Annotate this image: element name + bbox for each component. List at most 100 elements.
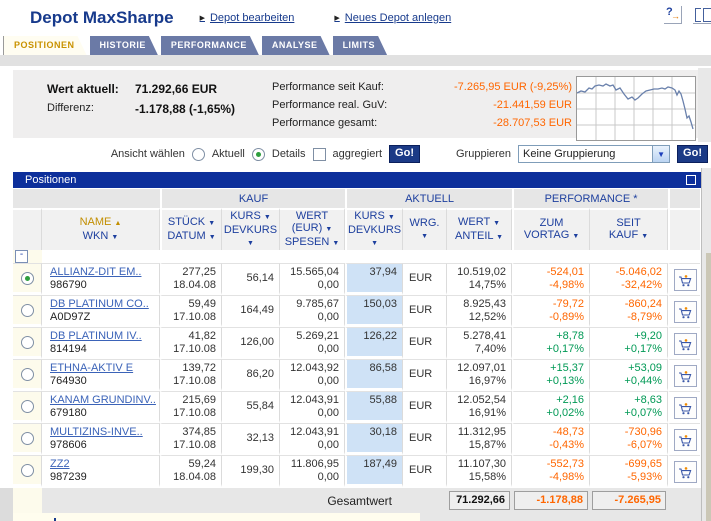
position-name-cell: ALLIANZ-DIT EM.. 986790 — [42, 263, 160, 295]
perf-label: Performance seit Kauf: — [272, 81, 384, 93]
vortag-cell: -524,01 -4,98% — [512, 263, 591, 295]
tab-limits[interactable]: LIMITS — [333, 36, 388, 55]
tab-performance[interactable]: PERFORMANCE — [161, 36, 259, 55]
col-header-wrg[interactable]: WRG. ▼ — [403, 208, 448, 250]
trade-basket-button[interactable] — [673, 269, 697, 291]
kauf-kurs-cell: 164,49 — [222, 295, 280, 327]
col-header-kurs-devkurs-aktuell[interactable]: KURS ▼ DEVKURS ▼ — [345, 208, 404, 250]
cart-icon — [679, 370, 692, 382]
cart-icon — [679, 466, 692, 478]
chevron-down-icon[interactable]: ▼ — [652, 146, 670, 162]
collapse-icon[interactable]: - — [15, 250, 28, 263]
position-row: DB PLATINUM CO.. A0D97Z 59,49 17.10.08 164,4… — [13, 295, 701, 327]
gruppieren-select[interactable]: Keine Gruppierung ▼ — [518, 145, 671, 163]
trade-basket-button[interactable] — [673, 365, 697, 387]
clipped-document-icon[interactable] — [701, 6, 711, 24]
sort-desc-icon: ▼ — [641, 233, 649, 240]
cart-icon — [679, 274, 692, 286]
position-name-link[interactable]: ZZ2 — [42, 456, 159, 471]
aggregiert-checkbox[interactable] — [312, 147, 326, 161]
sort-desc-icon: ▼ — [325, 226, 333, 233]
position-radio[interactable] — [20, 336, 34, 349]
vortag-cell: +8,78 +0,17% — [512, 327, 591, 359]
help-icon[interactable]: ? → — [664, 6, 682, 24]
ansicht-go-button[interactable]: Go! — [389, 145, 420, 163]
position-name-link[interactable]: DB PLATINUM CO.. — [42, 296, 159, 311]
position-radio[interactable] — [20, 368, 34, 381]
stueck-datum-cell: 277,25 18.04.08 — [160, 263, 222, 295]
depot-page: Depot MaxSharpe ▶ Depot bearbeiten ▶ Neues… — [0, 0, 711, 521]
position-name-link[interactable]: ALLIANZ-DIT EM.. — [42, 264, 159, 279]
position-radio[interactable] — [20, 464, 34, 477]
group-header-aktuell: AKTUELL — [345, 188, 513, 208]
trade-basket-button[interactable] — [673, 333, 697, 355]
gruppieren-go-button[interactable]: Go! — [677, 145, 708, 163]
radio-aktuell[interactable] — [191, 147, 205, 161]
col-header-wert-spesen[interactable]: WERT (EUR) ▼ SPESEN ▼ — [280, 208, 346, 250]
minimize-icon[interactable] — [686, 175, 696, 185]
position-row: ZZ2 987239 59,24 18.04.08 199,30 11.806,95 0,0… — [13, 455, 701, 487]
tab-positionen[interactable]: POSITIONEN — [3, 36, 87, 55]
waehrung-cell: EUR — [403, 391, 448, 423]
position-name-link[interactable]: DB PLATINUM IV.. — [42, 328, 159, 343]
position-radio[interactable] — [20, 272, 34, 285]
position-name-cell: KANAM GRUNDINV.. 679180 — [42, 391, 160, 423]
link-neues-depot-anlegen[interactable]: ▶ Neues Depot anlegen — [334, 12, 451, 24]
position-radio[interactable] — [20, 304, 34, 317]
trade-basket-button[interactable] — [673, 429, 697, 451]
sort-asc-icon: ▲ — [114, 220, 122, 227]
top-icons: ?→ + — [664, 4, 711, 24]
position-radio[interactable] — [20, 432, 34, 445]
trade-basket-button[interactable] — [673, 397, 697, 419]
perf-label: Performance real. GuV: — [272, 99, 388, 111]
waehrung-cell: EUR — [403, 327, 448, 359]
sort-desc-icon: ▼ — [263, 214, 271, 221]
view-controls: Ansicht wählen Aktuell Details aggregier… — [0, 141, 711, 167]
sort-desc-icon: ▼ — [208, 234, 216, 241]
seit-kauf-cell: +53,09 +0,44% — [590, 359, 669, 391]
basket-cell — [668, 455, 701, 487]
kauf-kurs-cell: 199,30 — [222, 455, 280, 487]
trade-basket-button[interactable] — [673, 301, 697, 323]
group-header-kauf: KAUF — [160, 188, 346, 208]
kauf-wert-spesen-cell: 12.043,92 0,00 — [280, 359, 346, 391]
position-wkn: 679180 — [50, 407, 87, 419]
col-header-wert-anteil[interactable]: WERT ▼ ANTEIL ▼ — [447, 208, 513, 250]
aktuell-kurs-cell: 150,03 — [345, 295, 404, 327]
stueck-datum-cell: 59,24 18.04.08 — [160, 455, 222, 487]
sort-desc-icon: ▼ — [332, 240, 340, 247]
position-row: DB PLATINUM IV.. 814194 41,82 17.10.08 126,0… — [13, 327, 701, 359]
gesamtwert-total: 71.292,66 — [449, 491, 510, 510]
position-name-link[interactable]: KANAM GRUNDINV.. — [42, 392, 159, 407]
position-row: MULTIZINS-INVE.. 978606 374,85 17.10.08 32,1… — [13, 423, 701, 455]
basket-cell — [668, 295, 701, 327]
position-name-link[interactable]: ETHNA-AKTIV E — [42, 360, 159, 375]
chart-line — [577, 83, 694, 130]
top-links: ▶ Depot bearbeiten ▶ Neues Depot anlegen — [200, 12, 452, 24]
positions-tbody: - ALLIANZ-DIT EM.. 986790 277,25 18.04.08 56… — [13, 250, 701, 487]
group-header-performance: PERFORMANCE * — [512, 188, 669, 208]
sort-desc-icon: ▼ — [496, 234, 504, 241]
perf-value: -7.265,95 EUR (-9,25%) — [454, 81, 572, 93]
position-name-link[interactable]: MULTIZINS-INVE.. — [42, 424, 159, 439]
position-radio[interactable] — [20, 400, 34, 413]
column-header-row: NAME ▲ WKN ▼ STÜCK ▼ DATUM ▼ KURS ▼ DEVKURS… — [13, 208, 701, 250]
tab-historie[interactable]: HISTORIE — [90, 36, 158, 55]
col-header-kurs-devkurs-kauf[interactable]: KURS ▼ DEVKURS ▼ — [222, 208, 280, 250]
positionen-panel-header: Positionen — [13, 172, 702, 188]
radio-details[interactable] — [251, 147, 265, 161]
col-header-zum-vortag[interactable]: ZUM VORTAG ▼ — [512, 208, 591, 250]
link-depot-bearbeiten[interactable]: ▶ Depot bearbeiten — [200, 12, 295, 24]
position-wkn: 978606 — [50, 439, 87, 451]
seit-kauf-cell: -730,96 -6,07% — [590, 423, 669, 455]
vortag-cell: +2,16 +0,02% — [512, 391, 591, 423]
tab-analyse[interactable]: ANALYSE — [262, 36, 330, 55]
col-header-stueck-datum[interactable]: STÜCK ▼ DATUM ▼ — [160, 208, 222, 250]
vortag-cell: -79,72 -0,89% — [512, 295, 591, 327]
kauf-wert-spesen-cell: 11.806,95 0,00 — [280, 455, 346, 487]
trade-basket-button[interactable] — [673, 461, 697, 483]
perf-value: -28.707,53 EUR — [493, 117, 572, 129]
col-header-name-wkn[interactable]: NAME ▲ WKN ▼ — [42, 208, 160, 250]
col-header-seit-kauf[interactable]: SEIT KAUF ▼ — [590, 208, 669, 250]
basket-cell — [668, 263, 701, 295]
